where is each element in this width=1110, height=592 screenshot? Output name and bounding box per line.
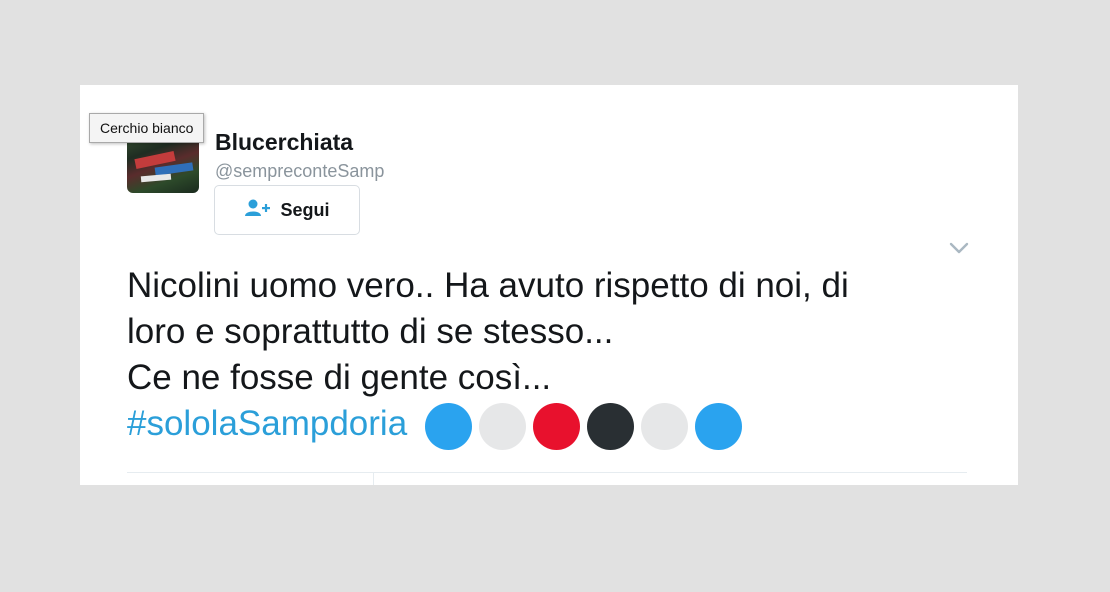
follow-button[interactable]: Segui xyxy=(214,185,360,235)
red-circle-emoji xyxy=(533,402,581,450)
divider xyxy=(373,473,374,485)
tweet-card: Blucerchiata @sempreconteSamp Segui Nico… xyxy=(80,85,1018,485)
emoji-circles xyxy=(425,402,743,450)
tweet-text-line: loro e soprattutto di se stesso... xyxy=(127,312,614,351)
user-handle[interactable]: @sempreconteSamp xyxy=(215,161,384,182)
tweet-text: Nicolini uomo vero.. Ha avuto rispetto d… xyxy=(127,263,987,450)
divider xyxy=(127,472,967,473)
add-user-icon xyxy=(244,198,272,223)
blue-circle-emoji xyxy=(695,402,743,450)
tweet-text-line: Ce ne fosse di gente così... xyxy=(127,358,552,397)
blue-circle-emoji xyxy=(425,402,473,450)
tweet-text-line: Nicolini uomo vero.. Ha avuto rispetto d… xyxy=(127,266,849,305)
white-circle-emoji xyxy=(479,402,527,450)
white-circle-emoji xyxy=(641,402,689,450)
tooltip: Cerchio bianco xyxy=(89,113,205,143)
display-name[interactable]: Blucerchiata xyxy=(215,129,353,156)
follow-button-label: Segui xyxy=(280,199,330,220)
hashtag-link[interactable]: #sololaSampdoria xyxy=(127,401,407,447)
black-circle-emoji xyxy=(587,402,635,450)
chevron-down-icon[interactable] xyxy=(948,237,970,259)
